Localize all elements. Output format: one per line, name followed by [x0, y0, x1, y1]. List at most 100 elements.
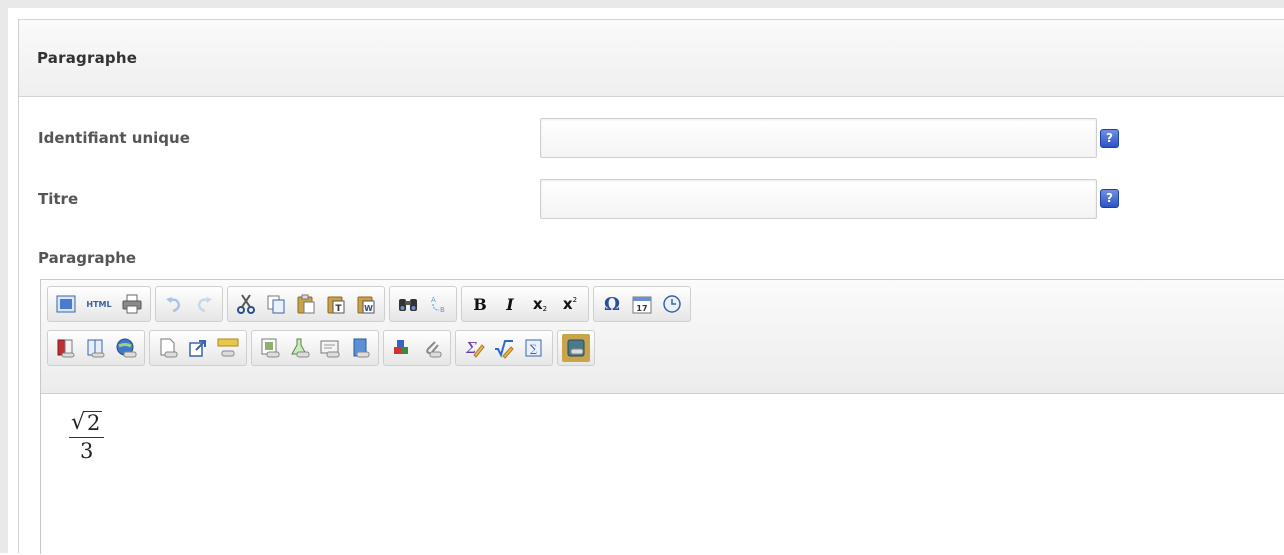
- link-form-button[interactable]: [316, 334, 344, 362]
- toolbar-group-document: HTML: [47, 286, 151, 322]
- insert-object-button[interactable]: [562, 334, 590, 362]
- sqrt-button[interactable]: [490, 334, 518, 362]
- paperclip-icon: [426, 341, 442, 358]
- find-button[interactable]: [394, 290, 422, 318]
- link-image-button[interactable]: [256, 334, 284, 362]
- redo-button[interactable]: [190, 290, 218, 318]
- subscript-button[interactable]: x2: [526, 290, 554, 318]
- svg-text:B: B: [440, 306, 445, 314]
- scissors-icon: [237, 294, 255, 314]
- link-web-button[interactable]: [112, 334, 140, 362]
- toolbar-row-1: HTML T W A B B I x 2 x 2 Ω 17: [47, 286, 695, 322]
- editor-content-area[interactable]: √ 2 3: [41, 394, 1284, 555]
- paste-button[interactable]: [292, 290, 320, 318]
- unique-id-input[interactable]: [540, 118, 1097, 158]
- italic-button[interactable]: I: [496, 290, 524, 318]
- panel-header: Paragraphe: [19, 20, 1284, 97]
- svg-text:W: W: [364, 304, 373, 313]
- flask-icon: [291, 338, 310, 358]
- toolbar-group-insert: Ω 17: [593, 286, 691, 322]
- html-button[interactable]: HTML: [82, 290, 116, 318]
- binoculars-icon: [399, 299, 417, 311]
- toolbar-group-anchors: [149, 330, 247, 366]
- replace-button[interactable]: AB: [424, 290, 452, 318]
- help-icon[interactable]: ?: [1100, 189, 1119, 208]
- toolbar-group-links: [47, 330, 145, 366]
- paste-icon: [297, 294, 315, 314]
- toolbar-group-extra: [557, 330, 595, 366]
- superscript-label: x: [562, 295, 573, 313]
- equation-icon: ∑: [525, 339, 542, 357]
- title-input[interactable]: [540, 179, 1097, 219]
- subscript-marker: 2: [542, 304, 548, 313]
- subscript-label: x: [532, 295, 543, 313]
- panel-title: Paragraphe: [37, 49, 138, 67]
- svg-text:17: 17: [636, 304, 647, 313]
- html-label: HTML: [86, 299, 112, 309]
- toolbar-row-2: Σ ∑: [47, 330, 599, 366]
- svg-text:A: A: [431, 296, 436, 304]
- superscript-button[interactable]: x2: [556, 290, 584, 318]
- link-lab-button[interactable]: [286, 334, 314, 362]
- bold-button[interactable]: B: [466, 290, 494, 318]
- link-module-button[interactable]: [388, 334, 416, 362]
- link-internal-button[interactable]: [52, 334, 80, 362]
- paste-word-icon: W: [357, 296, 375, 314]
- rich-text-editor: HTML T W A B B I x 2 x 2 Ω 17 Σ ∑ √ 2 3: [40, 279, 1284, 555]
- paste-text-button[interactable]: T: [322, 290, 350, 318]
- redo-icon: [197, 297, 212, 313]
- printer-icon: [122, 294, 142, 314]
- page-link-icon: [160, 338, 178, 358]
- source-button[interactable]: [52, 290, 80, 318]
- help-icon[interactable]: ?: [1100, 129, 1119, 148]
- special-char-button[interactable]: Ω: [598, 290, 626, 318]
- form-icon: [320, 340, 340, 358]
- title-label: Titre: [38, 190, 79, 208]
- sigma-pencil-icon: Σ: [465, 339, 485, 358]
- paste-text-icon: T: [327, 296, 345, 314]
- svg-text:∑: ∑: [530, 344, 538, 355]
- toolbar-group-objects: [383, 330, 451, 366]
- link-page-button[interactable]: [154, 334, 182, 362]
- book-icon: [87, 339, 105, 358]
- blocks-icon: [394, 340, 408, 354]
- superscript-marker: 2: [572, 295, 578, 304]
- anchor-bar-icon: [217, 338, 239, 357]
- toolbar-group-media: [251, 330, 379, 366]
- print-button[interactable]: [118, 290, 146, 318]
- insert-date-button[interactable]: 17: [628, 290, 656, 318]
- source-icon: [56, 295, 76, 313]
- cut-button[interactable]: [232, 290, 260, 318]
- toolbar-group-search: AB: [389, 286, 457, 322]
- bold-label: B: [473, 294, 487, 314]
- paste-word-button[interactable]: W: [352, 290, 380, 318]
- undo-button[interactable]: [160, 290, 188, 318]
- document-blue-icon: [353, 338, 370, 358]
- omega-label: Ω: [603, 293, 621, 315]
- left-border: [0, 8, 8, 553]
- paragraph-label: Paragraphe: [38, 249, 137, 267]
- book-red-icon: [57, 339, 75, 358]
- toolbar-group-history: [155, 286, 223, 322]
- fraction-formula: √ 2 3: [69, 411, 105, 463]
- fraction-numerator: √ 2: [69, 411, 105, 439]
- replace-icon: AB: [431, 296, 445, 314]
- link-document-button[interactable]: [346, 334, 374, 362]
- italic-label: I: [506, 294, 514, 314]
- formula-button[interactable]: Σ: [460, 334, 488, 362]
- link-book-button[interactable]: [82, 334, 110, 362]
- insert-time-button[interactable]: [658, 290, 686, 318]
- top-border: [0, 0, 1284, 8]
- external-link-button[interactable]: [184, 334, 212, 362]
- calendar-icon: 17: [632, 296, 652, 314]
- toolbar-group-format: B I x2 x2: [461, 286, 589, 322]
- page: Paragraphe Identifiant unique ? Titre ? …: [0, 0, 1284, 555]
- copy-icon: [267, 295, 285, 314]
- globe-icon: [116, 338, 137, 358]
- unique-id-label: Identifiant unique: [38, 129, 190, 147]
- attachment-button[interactable]: [418, 334, 446, 362]
- svg-text:T: T: [335, 304, 342, 314]
- copy-button[interactable]: [262, 290, 290, 318]
- anchor-button[interactable]: [214, 334, 242, 362]
- equation-button[interactable]: ∑: [520, 334, 548, 362]
